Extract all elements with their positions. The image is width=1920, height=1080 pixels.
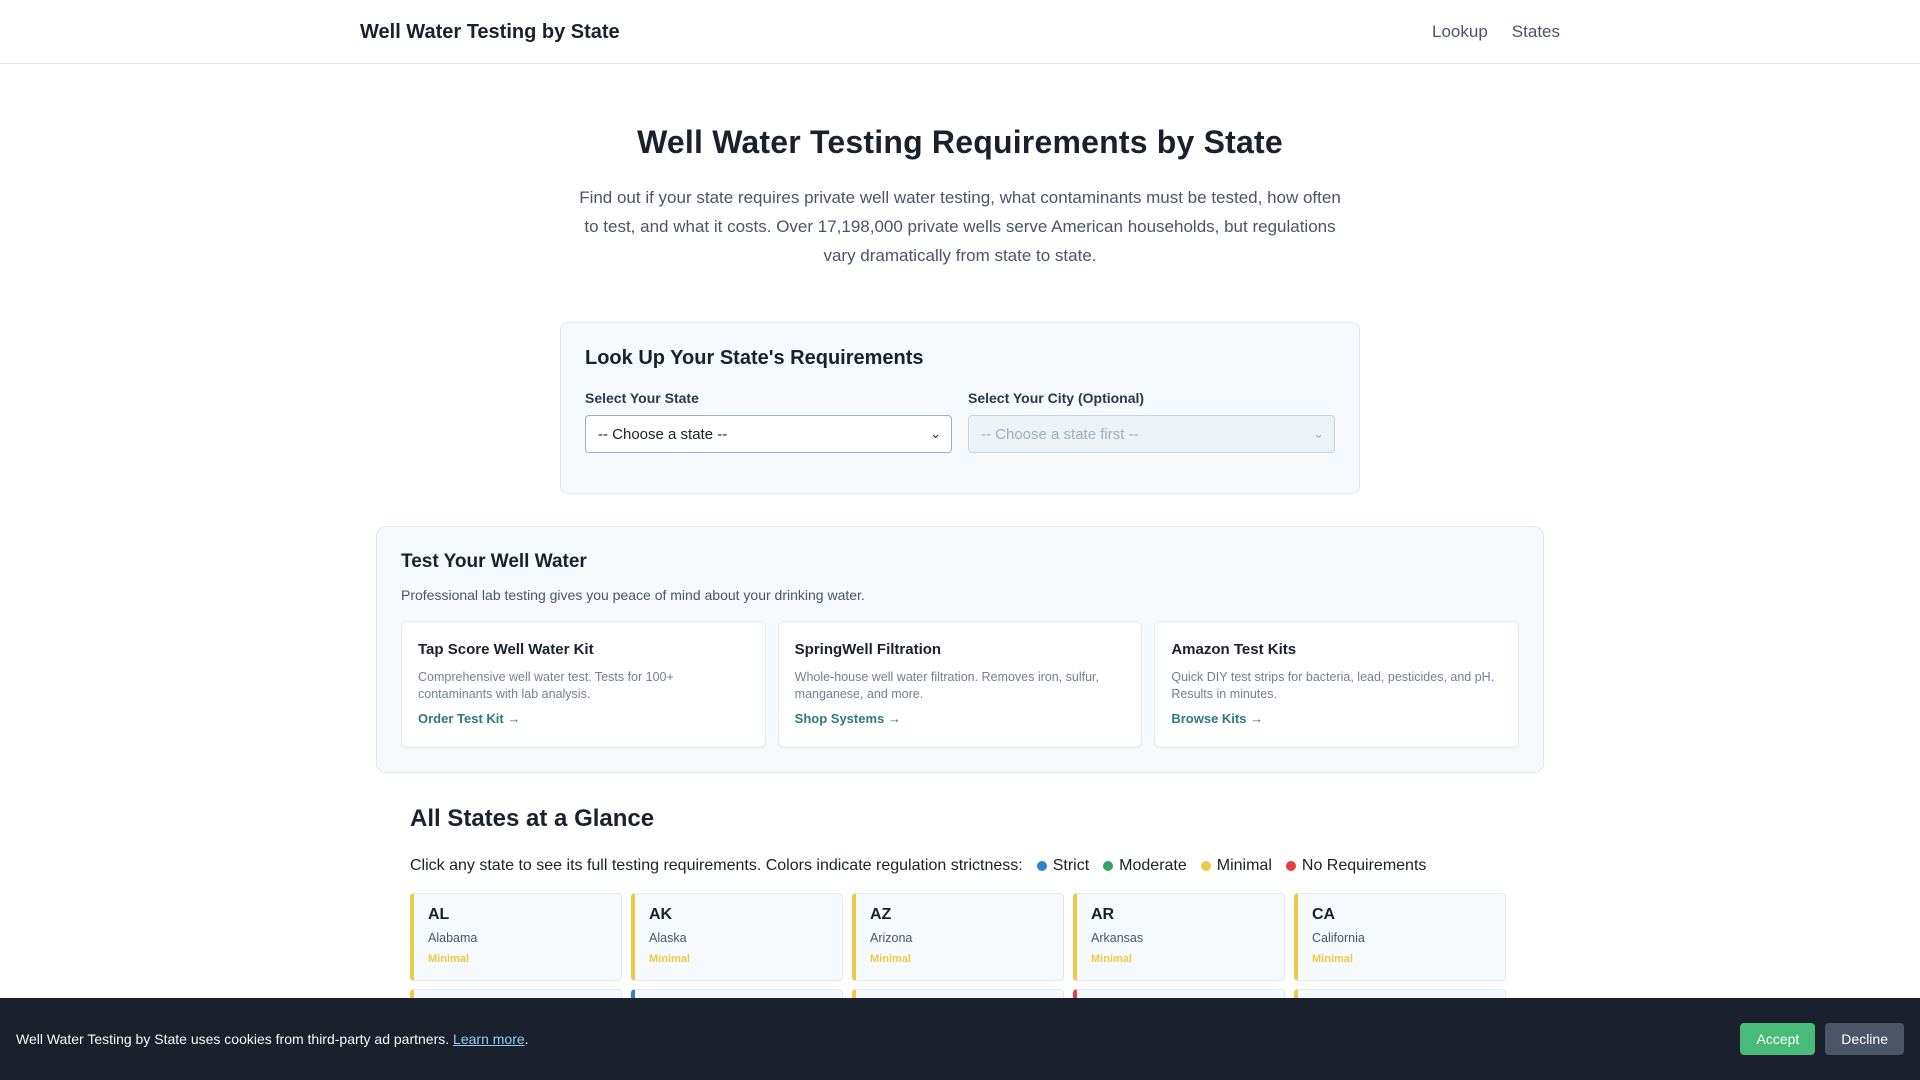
legend-label: Moderate bbox=[1119, 857, 1187, 874]
legend-label: Strict bbox=[1052, 857, 1090, 874]
product-description: Whole-house well water filtration. Remov… bbox=[794, 670, 1099, 701]
state-field: Select Your State -- Choose a state -- ⌄ bbox=[585, 390, 952, 453]
cookie-buttons: Accept Decline bbox=[1740, 1023, 1904, 1055]
product-card-springwell: SpringWell Filtration Whole-house well w… bbox=[777, 621, 1143, 748]
legend-item-minimal: Minimal bbox=[1200, 857, 1272, 875]
lookup-card: Look Up Your State's Requirements Select… bbox=[560, 322, 1360, 494]
city-select-value: -- Choose a state first -- bbox=[981, 425, 1139, 443]
header-inner: Well Water Testing by State Lookup State… bbox=[360, 0, 1560, 64]
state-name: Alaska bbox=[649, 931, 687, 945]
test-well-water-section: Test Your Well Water Professional lab te… bbox=[376, 526, 1544, 773]
cookie-banner: Well Water Testing by State uses cookies… bbox=[0, 998, 1920, 1080]
legend-item-no-requirements: No Requirements bbox=[1285, 857, 1427, 875]
state-level: Minimal bbox=[649, 953, 690, 965]
state-card-az[interactable]: AZ Arizona Minimal bbox=[852, 893, 1064, 981]
legend-label: No Requirements bbox=[1301, 857, 1427, 874]
states-intro-text: Click any state to see its full testing … bbox=[410, 857, 1023, 874]
legend-label: Minimal bbox=[1216, 857, 1272, 874]
nav-link-lookup[interactable]: Lookup bbox=[1432, 22, 1488, 42]
test-section-title: Test Your Well Water bbox=[401, 551, 587, 572]
shop-systems-link[interactable]: Shop Systems → bbox=[795, 711, 901, 726]
browse-kits-link[interactable]: Browse Kits → bbox=[1171, 711, 1263, 726]
minimal-dot-icon bbox=[1200, 861, 1211, 871]
state-card-ak[interactable]: AK Alaska Minimal bbox=[631, 893, 843, 981]
legend-item-strict: Strict bbox=[1036, 857, 1090, 875]
product-description: Quick DIY test strips for bacteria, lead… bbox=[1171, 670, 1495, 701]
state-name: Alabama bbox=[428, 931, 478, 945]
state-level: Minimal bbox=[1091, 953, 1132, 965]
product-list: Tap Score Well Water Kit Comprehensive w… bbox=[401, 621, 1520, 748]
state-level: Minimal bbox=[1312, 953, 1353, 965]
no-requirements-dot-icon bbox=[1285, 861, 1296, 871]
state-card-ar[interactable]: AR Arkansas Minimal bbox=[1073, 893, 1285, 981]
learn-more-link[interactable]: Learn more bbox=[453, 1031, 525, 1047]
chevron-down-icon: ⌄ bbox=[930, 426, 941, 441]
state-name: Arkansas bbox=[1091, 931, 1144, 945]
state-code: AK bbox=[649, 906, 673, 923]
page-title: Well Water Testing Requirements by State bbox=[637, 124, 1283, 160]
product-name: Amazon Test Kits bbox=[1171, 641, 1297, 658]
state-code: AZ bbox=[870, 906, 892, 923]
legend-item-moderate: Moderate bbox=[1103, 857, 1187, 875]
state-card-al[interactable]: AL Alabama Minimal bbox=[410, 893, 622, 981]
cookie-period: . bbox=[524, 1031, 529, 1047]
state-card-ca[interactable]: CA California Minimal bbox=[1294, 893, 1506, 981]
state-code: CA bbox=[1312, 906, 1336, 923]
state-code: AL bbox=[428, 906, 450, 923]
cookie-text: Well Water Testing by State uses cookies… bbox=[16, 1031, 529, 1047]
product-name: Tap Score Well Water Kit bbox=[418, 641, 594, 658]
state-level: Minimal bbox=[870, 953, 911, 965]
city-field: Select Your City (Optional) -- Choose a … bbox=[968, 390, 1335, 453]
state-code: AR bbox=[1091, 906, 1115, 923]
city-select-label: Select Your City (Optional) bbox=[968, 390, 1145, 406]
state-name: Arizona bbox=[870, 931, 913, 945]
moderate-dot-icon bbox=[1103, 861, 1114, 871]
nav-link-states[interactable]: States bbox=[1512, 22, 1560, 42]
product-name: SpringWell Filtration bbox=[794, 641, 942, 658]
lookup-fields: Select Your State -- Choose a state -- ⌄… bbox=[585, 390, 1335, 453]
site-header: Well Water Testing by State Lookup State… bbox=[0, 0, 1920, 64]
product-card-amazon: Amazon Test Kits Quick DIY test strips f… bbox=[1154, 621, 1520, 748]
cookie-message: Well Water Testing by State uses cookies… bbox=[16, 1031, 450, 1047]
product-card-tap-score: Tap Score Well Water Kit Comprehensive w… bbox=[401, 621, 766, 748]
state-name: California bbox=[1312, 931, 1365, 945]
strict-dot-icon bbox=[1036, 861, 1047, 871]
city-select[interactable]: -- Choose a state first -- ⌄ bbox=[968, 415, 1335, 453]
hero-section: Well Water Testing Requirements by State… bbox=[0, 124, 1920, 270]
site-brand[interactable]: Well Water Testing by State bbox=[360, 21, 620, 44]
main-nav: Lookup States bbox=[1432, 22, 1560, 42]
chevron-down-icon: ⌄ bbox=[1313, 426, 1324, 441]
state-select-label: Select Your State bbox=[585, 390, 699, 406]
decline-button[interactable]: Decline bbox=[1825, 1023, 1904, 1055]
test-section-subtitle: Professional lab testing gives you peace… bbox=[401, 587, 865, 603]
product-description: Comprehensive well water test. Tests for… bbox=[418, 670, 674, 701]
lookup-title: Look Up Your State's Requirements bbox=[585, 347, 924, 369]
accept-button[interactable]: Accept bbox=[1740, 1023, 1816, 1055]
order-test-kit-link[interactable]: Order Test Kit → bbox=[418, 711, 520, 726]
strictness-legend: Click any state to see its full testing … bbox=[410, 857, 1510, 875]
states-section-title: All States at a Glance bbox=[410, 805, 655, 832]
state-select[interactable]: -- Choose a state -- ⌄ bbox=[585, 415, 952, 453]
hero-description: Find out if your state requires private … bbox=[579, 188, 1341, 265]
state-level: Minimal bbox=[428, 953, 469, 965]
state-select-value: -- Choose a state -- bbox=[598, 425, 728, 443]
